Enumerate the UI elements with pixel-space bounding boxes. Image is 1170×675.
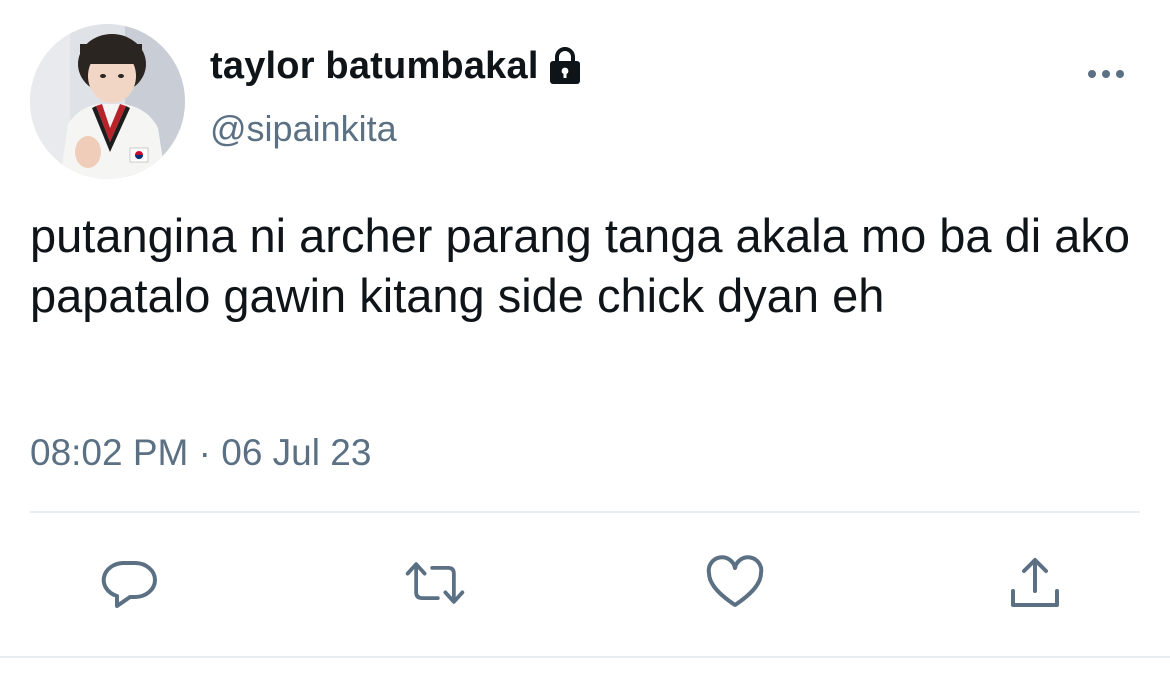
avatar-image: [30, 24, 185, 179]
tweet-timestamp[interactable]: 08:02 PM · 06 Jul 23: [30, 432, 371, 474]
retweet-button[interactable]: [402, 550, 468, 616]
retweet-icon: [405, 562, 465, 604]
lock-icon: [547, 46, 583, 86]
display-name[interactable]: taylor batumbakal: [210, 45, 539, 88]
share-button[interactable]: [1002, 550, 1068, 616]
heart-icon: [706, 555, 764, 607]
tweet-card: taylor batumbakal @sipainkita putangina …: [0, 0, 1170, 675]
reply-button[interactable]: [96, 550, 162, 616]
divider: [30, 511, 1140, 513]
divider: [0, 656, 1170, 658]
tweet-text: putangina ni archer parang tanga akala m…: [30, 209, 1131, 322]
author-name-row: taylor batumbakal: [210, 40, 583, 92]
action-bar: [0, 550, 1170, 620]
reply-icon: [101, 561, 157, 608]
like-button[interactable]: [702, 550, 768, 616]
avatar[interactable]: [30, 24, 185, 179]
user-handle[interactable]: @sipainkita: [210, 108, 397, 150]
share-icon: [1011, 558, 1059, 607]
more-icon[interactable]: [1084, 62, 1128, 86]
